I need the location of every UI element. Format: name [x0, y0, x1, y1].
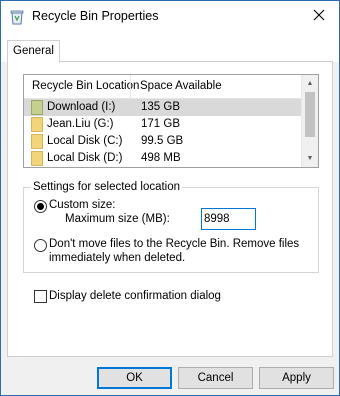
- confirm-dialog-checkbox[interactable]: [34, 290, 47, 303]
- folder-icon: [31, 151, 43, 166]
- space-available: 135 GB: [141, 101, 180, 113]
- title-bar: Recycle Bin Properties: [1, 1, 339, 32]
- close-button[interactable]: [299, 1, 339, 32]
- folder-icon: [31, 117, 43, 132]
- tab-general[interactable]: General: [7, 40, 60, 63]
- radio-selected-dot: [37, 203, 44, 210]
- list-item[interactable]: Local Disk (D:) 498 MB: [24, 150, 302, 167]
- window-title: Recycle Bin Properties: [32, 9, 159, 23]
- column-header-location[interactable]: Recycle Bin Location: [32, 80, 139, 92]
- settings-legend: Settings for selected location: [31, 181, 183, 193]
- scroll-down-arrow-icon[interactable]: ▼: [302, 150, 318, 167]
- folder-icon: [31, 134, 43, 149]
- dont-move-radio[interactable]: [34, 239, 47, 252]
- dont-move-label-line2[interactable]: immediately when deleted.: [49, 252, 185, 264]
- list-item[interactable]: Local Disk (C:) 99.5 GB: [24, 133, 302, 150]
- list-scrollbar[interactable]: ▲ ▼: [301, 75, 318, 167]
- folder-icon: [31, 100, 43, 115]
- list-item[interactable]: Jean.Liu (G:) 171 GB: [24, 116, 302, 133]
- confirm-dialog-label[interactable]: Display delete confirmation dialog: [49, 290, 221, 302]
- properties-window: Recycle Bin Properties General Recycle B…: [0, 0, 340, 396]
- max-size-input[interactable]: [201, 208, 256, 230]
- scroll-up-arrow-icon[interactable]: ▲: [302, 75, 318, 92]
- column-header-space[interactable]: Space Available: [140, 80, 222, 92]
- space-available: 99.5 GB: [141, 135, 184, 147]
- tab-strip: General: [1, 32, 339, 63]
- max-size-label: Maximum size (MB):: [65, 213, 170, 225]
- custom-size-label[interactable]: Custom size:: [49, 199, 115, 211]
- dont-move-label-line1[interactable]: Don't move files to the Recycle Bin. Rem…: [49, 238, 299, 250]
- location-list[interactable]: Recycle Bin Location Space Available Dow…: [23, 74, 319, 168]
- apply-button[interactable]: Apply: [259, 367, 334, 389]
- close-icon: [313, 9, 325, 24]
- space-available: 171 GB: [141, 118, 180, 130]
- ok-button[interactable]: OK: [97, 367, 172, 389]
- column-divider[interactable]: [130, 75, 131, 99]
- location-name: Local Disk (C:): [47, 135, 123, 147]
- scrollbar-thumb[interactable]: [305, 92, 315, 137]
- cancel-button[interactable]: Cancel: [178, 367, 253, 389]
- location-name: Jean.Liu (G:): [47, 118, 114, 130]
- location-name: Local Disk (D:): [47, 152, 123, 164]
- space-available: 498 MB: [141, 152, 181, 164]
- location-name: Download (I:): [47, 101, 116, 113]
- recycle-bin-icon: [9, 9, 25, 25]
- list-item[interactable]: Download (I:) 135 GB: [24, 99, 302, 116]
- custom-size-radio[interactable]: [34, 200, 47, 213]
- list-header: Recycle Bin Location Space Available: [24, 75, 302, 99]
